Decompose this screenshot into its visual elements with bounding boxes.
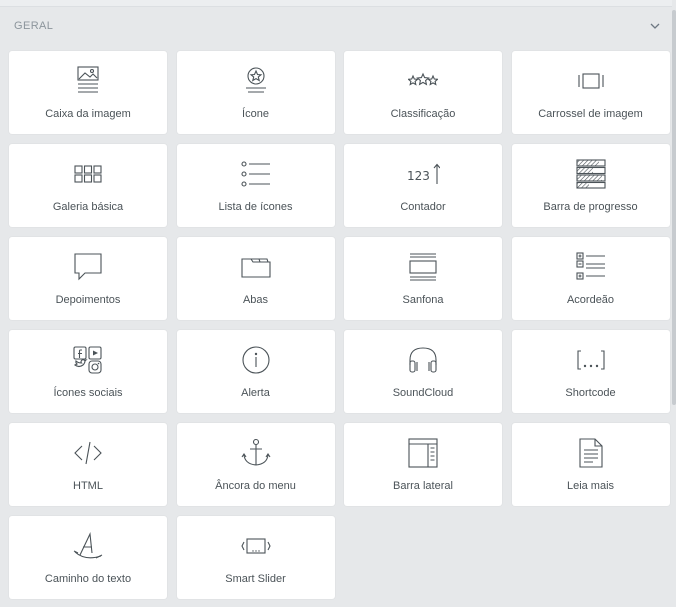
widget-label: Caminho do texto: [44, 573, 132, 585]
widget-basic-gallery[interactable]: Galeria básica: [9, 144, 167, 227]
widget-counter[interactable]: 123 Contador: [344, 144, 502, 227]
widget-icon[interactable]: Ícone: [176, 51, 335, 134]
widget-grid: Caixa da imagem Ícone Classificação Carr…: [9, 51, 670, 599]
widget-text-path[interactable]: Caminho do texto: [9, 516, 167, 599]
alert-icon: [236, 344, 276, 376]
image-box-icon: [68, 65, 108, 97]
widget-read-more[interactable]: Leia mais: [511, 423, 670, 506]
widget-label: Caixa da imagem: [45, 108, 131, 120]
tabs-icon: [236, 251, 276, 283]
section-header[interactable]: GERAL: [0, 12, 672, 40]
progress-bar-icon: [571, 158, 611, 190]
image-carousel-icon: [571, 65, 611, 97]
widget-label: Depoimentos: [55, 294, 121, 306]
widget-testimonial[interactable]: Depoimentos: [9, 237, 167, 320]
star-rating-icon: [403, 65, 443, 97]
gallery-grid-icon: [68, 158, 108, 190]
widget-menu-anchor[interactable]: Âncora do menu: [176, 423, 335, 506]
widget-label: Carrossel de imagem: [538, 108, 643, 120]
toggle-icon: [571, 251, 611, 283]
social-icons-icon: [68, 344, 108, 376]
widget-label: HTML: [73, 480, 103, 492]
widget-label: Abas: [242, 294, 269, 306]
icon-list-icon: [236, 158, 276, 190]
widget-accordion[interactable]: Sanfona: [344, 237, 502, 320]
read-more-icon: [571, 437, 611, 469]
widget-sidebar[interactable]: Barra lateral: [344, 423, 502, 506]
text-path-icon: [68, 530, 108, 562]
widget-label: Barra de progresso: [543, 201, 638, 213]
widget-label: Barra lateral: [393, 480, 453, 492]
top-strip: [0, 0, 672, 6]
widget-label: Sanfona: [402, 294, 444, 306]
widget-label: Smart Slider: [225, 573, 286, 585]
widget-label: Âncora do menu: [215, 480, 296, 492]
widget-label: Galeria básica: [52, 201, 124, 213]
widget-shortcode[interactable]: Shortcode: [511, 330, 670, 413]
widget-progress-bar[interactable]: Barra de progresso: [511, 144, 670, 227]
icon-widget-icon: [236, 65, 276, 97]
widget-social-icons[interactable]: Ícones sociais: [9, 330, 167, 413]
widget-image-box[interactable]: Caixa da imagem: [9, 51, 167, 134]
scrollbar-thumb[interactable]: [672, 10, 676, 405]
accordion-icon: [403, 251, 443, 283]
widget-star-rating[interactable]: Classificação: [344, 51, 502, 134]
widget-icon-list[interactable]: Lista de ícones: [176, 144, 335, 227]
headphones-icon: [403, 344, 443, 376]
widget-label: Ícone: [242, 108, 269, 120]
widget-html[interactable]: HTML: [9, 423, 167, 506]
counter-icon: 123: [403, 158, 443, 190]
widget-alert[interactable]: Alerta: [176, 330, 335, 413]
widget-soundcloud[interactable]: SoundCloud: [344, 330, 502, 413]
shortcode-icon: [571, 344, 611, 376]
widget-label: Lista de ícones: [218, 201, 293, 213]
code-icon: [68, 437, 108, 469]
widget-label: SoundCloud: [392, 387, 454, 399]
widget-label: Acordeão: [566, 294, 615, 306]
widget-smart-slider[interactable]: Smart Slider: [176, 516, 335, 599]
widget-label: Shortcode: [565, 387, 616, 399]
widget-label: Contador: [400, 201, 446, 213]
widget-label: Leia mais: [566, 480, 615, 492]
chevron-down-icon[interactable]: [648, 19, 662, 33]
scrollbar-track[interactable]: [672, 0, 676, 607]
anchor-icon: [236, 437, 276, 469]
widget-label: Classificação: [390, 108, 456, 120]
widget-label: Alerta: [241, 387, 270, 399]
widget-image-carousel[interactable]: Carrossel de imagem: [511, 51, 670, 134]
testimonial-icon: [68, 251, 108, 283]
widget-label: Ícones sociais: [53, 387, 123, 399]
section-title: GERAL: [14, 20, 54, 32]
sidebar-icon: [403, 437, 443, 469]
widget-tabs[interactable]: Abas: [176, 237, 335, 320]
widget-toggle[interactable]: Acordeão: [511, 237, 670, 320]
svg-text:123: 123: [407, 169, 430, 183]
smart-slider-icon: [236, 530, 276, 562]
